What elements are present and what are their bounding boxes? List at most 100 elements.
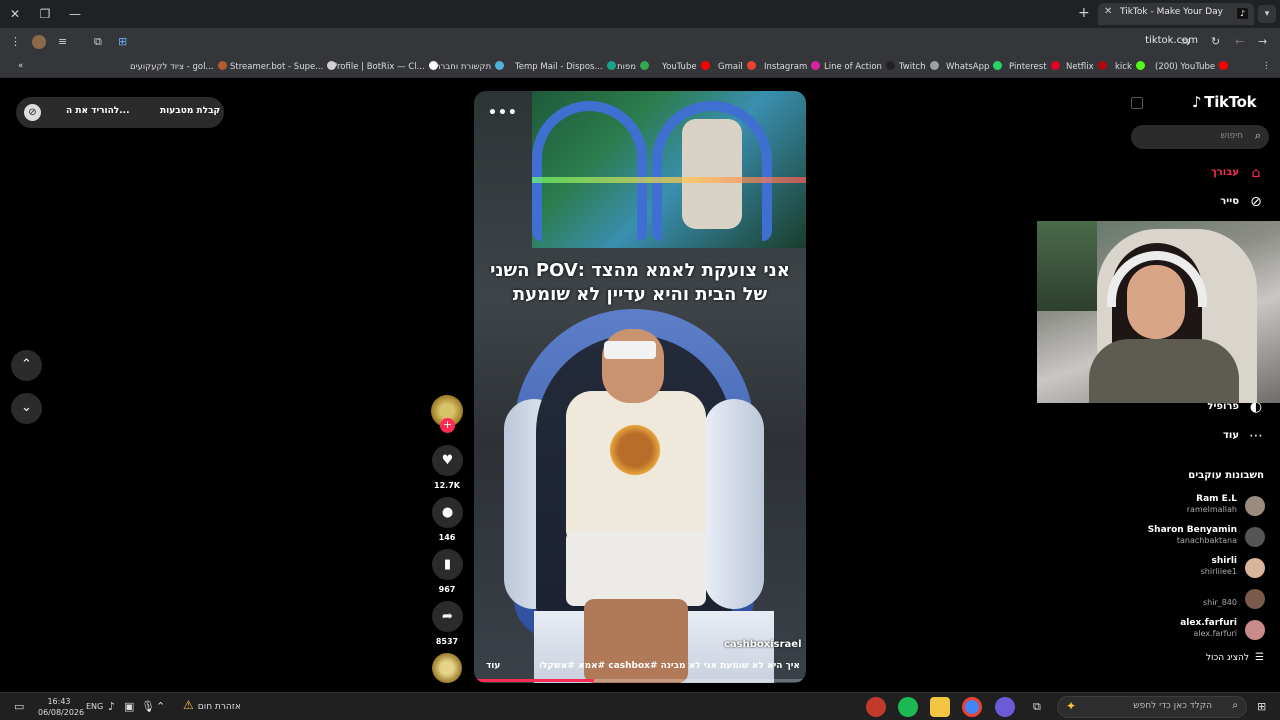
tab-tiktok[interactable]: ✕ TikTok - Make Your Day ♪ (1098, 3, 1254, 25)
weather-label: אזהרת חום (197, 702, 241, 712)
obs-icon[interactable] (995, 697, 1015, 717)
chrome-icon[interactable] (962, 697, 982, 717)
bookmark-item[interactable]: Line of Action (824, 61, 895, 72)
next-video-button[interactable]: ⌄ (11, 393, 42, 424)
description-more-button[interactable]: עוד (486, 661, 500, 671)
address-bar[interactable] (140, 31, 1198, 53)
sidebar-item-for-you[interactable]: ⌂ עבורך (1140, 162, 1265, 182)
site-settings-icon[interactable]: ⇆ (1181, 34, 1190, 50)
sidebar-item-label: עוד (1223, 430, 1239, 441)
shirt-print (606, 421, 664, 479)
close-icon[interactable]: ⊘ (24, 104, 41, 121)
get-coins-label[interactable]: קבלת מטבעות (160, 106, 220, 116)
bookmark-item[interactable]: (200) YouTube (1155, 61, 1229, 72)
windows-start-icon[interactable]: ⊞ (1257, 699, 1266, 715)
search-icon[interactable]: ⌕ (1255, 129, 1261, 143)
share-count: 8537 (435, 637, 459, 646)
bookmark-item[interactable]: Temp Mail - Dispos... (515, 61, 616, 72)
task-view-icon[interactable]: ⧉ (1033, 699, 1041, 715)
follow-plus-icon[interactable]: + (440, 418, 455, 433)
window-restore-icon[interactable]: ❐ (36, 5, 54, 23)
weather-widget[interactable]: ⚠ אזהרת חום (183, 698, 241, 712)
previous-video-button[interactable]: ⌃ (11, 350, 42, 381)
window-close-icon[interactable]: ✕ (6, 5, 24, 23)
tray-overflow-icon[interactable]: ⌃ (156, 699, 165, 715)
bookmark-item[interactable]: Pinterest (1009, 61, 1060, 72)
sidebar-collapse-icon[interactable] (1131, 97, 1143, 109)
vr-headset (604, 341, 656, 359)
notification-icon[interactable]: ▭ (14, 699, 24, 715)
music-disc-icon[interactable] (432, 653, 462, 683)
bookmark-item[interactable]: Gmail (718, 61, 756, 72)
bookmark-item[interactable]: Profile | BotRix — Cl... (332, 61, 438, 72)
sidebar-item-more[interactable]: ⋯ עוד (1140, 425, 1265, 445)
following-account-row[interactable]: Sharon Benyamin tanachbaktana (1128, 525, 1265, 549)
search-placeholder: חיפוש (1220, 131, 1243, 141)
account-name: shirli (1211, 556, 1237, 566)
account-username: alex.farfuri (1193, 629, 1237, 638)
volume-icon[interactable]: ♪ (108, 699, 115, 715)
tiktok-page: ⊘ להוריד את ה... קבלת מטבעות ⌃ ⌄ ••• אני… (0, 78, 1280, 692)
bookmarks-more-icon[interactable]: ⋮ (1262, 61, 1271, 71)
comment-icon[interactable]: ● (432, 497, 463, 528)
bookmark-item[interactable]: תקשורת וחברה (435, 61, 505, 72)
translate-icon[interactable]: ⊞ (118, 34, 127, 50)
window-minimize-icon[interactable]: — (66, 5, 84, 23)
bookmark-item[interactable]: Netflix (1066, 61, 1107, 72)
forward-icon[interactable]: ← (1235, 34, 1244, 50)
account-name: alex.farfuri (1180, 618, 1237, 628)
reading-list-icon[interactable]: ≡ (58, 34, 67, 50)
video-more-options-icon[interactable]: ••• (488, 105, 518, 121)
download-app-banner[interactable]: ⊘ להוריד את ה... קבלת מטבעות (16, 97, 224, 128)
video-progress-fill (474, 679, 594, 682)
spotify-icon[interactable] (898, 697, 918, 717)
extensions-icon[interactable]: ⧉ (94, 34, 102, 50)
taskbar-search[interactable]: ✦ הקלד כאן כדי לחפש ⌕ (1057, 696, 1247, 718)
video-progress-bar[interactable] (474, 679, 806, 682)
share-arrow-icon[interactable]: ➦ (432, 601, 463, 632)
system-clock[interactable]: 16:43 06/08/2026 (38, 696, 84, 718)
account-username: shirliiee1 (1200, 567, 1237, 576)
following-account-row[interactable]: shirli shirliiee1 (1128, 556, 1265, 580)
bookmarks-overflow-icon[interactable]: « (18, 61, 23, 71)
bookmark-item[interactable]: kick (1115, 61, 1145, 72)
bookmark-item[interactable]: ציוד לקעקועים - gol... (130, 61, 227, 72)
tab-close-icon[interactable]: ✕ (1104, 6, 1112, 17)
menu-dots-icon[interactable]: ⋮ (10, 34, 21, 50)
app-icon[interactable] (866, 697, 886, 717)
back-icon[interactable]: → (1258, 34, 1267, 50)
compass-icon: ⊘ (1250, 193, 1262, 210)
bookmark-item[interactable]: מפות (617, 61, 649, 72)
video-player[interactable]: ••• אני צועקת לאמא מהצד :POV השני של הבי… (474, 91, 806, 683)
webcam-overlay (1037, 221, 1280, 403)
profile-avatar[interactable] (32, 35, 46, 49)
following-account-row[interactable]: alex.farfuri alex.farfuri (1128, 618, 1265, 642)
search-input[interactable]: חיפוש ⌕ (1131, 125, 1269, 149)
following-account-row[interactable]: Ram E.L ramelmallah (1128, 494, 1265, 518)
language-indicator[interactable]: ENG (86, 699, 103, 715)
browser-tab-bar: ✕ ❐ — + ✕ TikTok - Make Your Day ♪ ▾ (0, 0, 1280, 28)
bookmark-item[interactable]: Twitch (899, 61, 939, 72)
bookmark-item[interactable]: WhatsApp (946, 61, 1003, 72)
bookmark-item[interactable]: Instagram (764, 61, 821, 72)
bookmark-item[interactable]: YouTube (662, 61, 710, 72)
following-account-row[interactable]: shir_840 (1128, 587, 1265, 611)
microphone-icon[interactable]: 🎙 (141, 699, 155, 715)
tab-search-button[interactable]: ▾ (1258, 5, 1276, 23)
file-explorer-icon[interactable] (930, 697, 950, 717)
video-author-handle[interactable]: cashboxisrael (724, 639, 802, 650)
avatar (1245, 558, 1265, 578)
new-tab-button[interactable]: + (1078, 5, 1090, 21)
download-app-label[interactable]: להוריד את ה... (66, 106, 130, 116)
bookmark-item[interactable]: Streamer.bot - Supe... (230, 61, 337, 72)
clock-time: 16:43 (47, 697, 71, 706)
like-count: 12.7K (434, 481, 460, 490)
sidebar-item-explore[interactable]: ⊘ סייר (1140, 191, 1265, 211)
bookmark-icon[interactable]: ▮ (432, 549, 463, 580)
see-all-following-button[interactable]: ☰ להציג הכול (1150, 652, 1264, 663)
sidebar-item-label: סייר (1220, 196, 1239, 207)
network-icon[interactable]: ▣ (124, 699, 134, 715)
like-heart-icon[interactable]: ♥ (432, 445, 463, 476)
tiktok-logo[interactable]: ♪ TikTok (1192, 93, 1257, 111)
reload-icon[interactable]: ↻ (1211, 34, 1220, 50)
